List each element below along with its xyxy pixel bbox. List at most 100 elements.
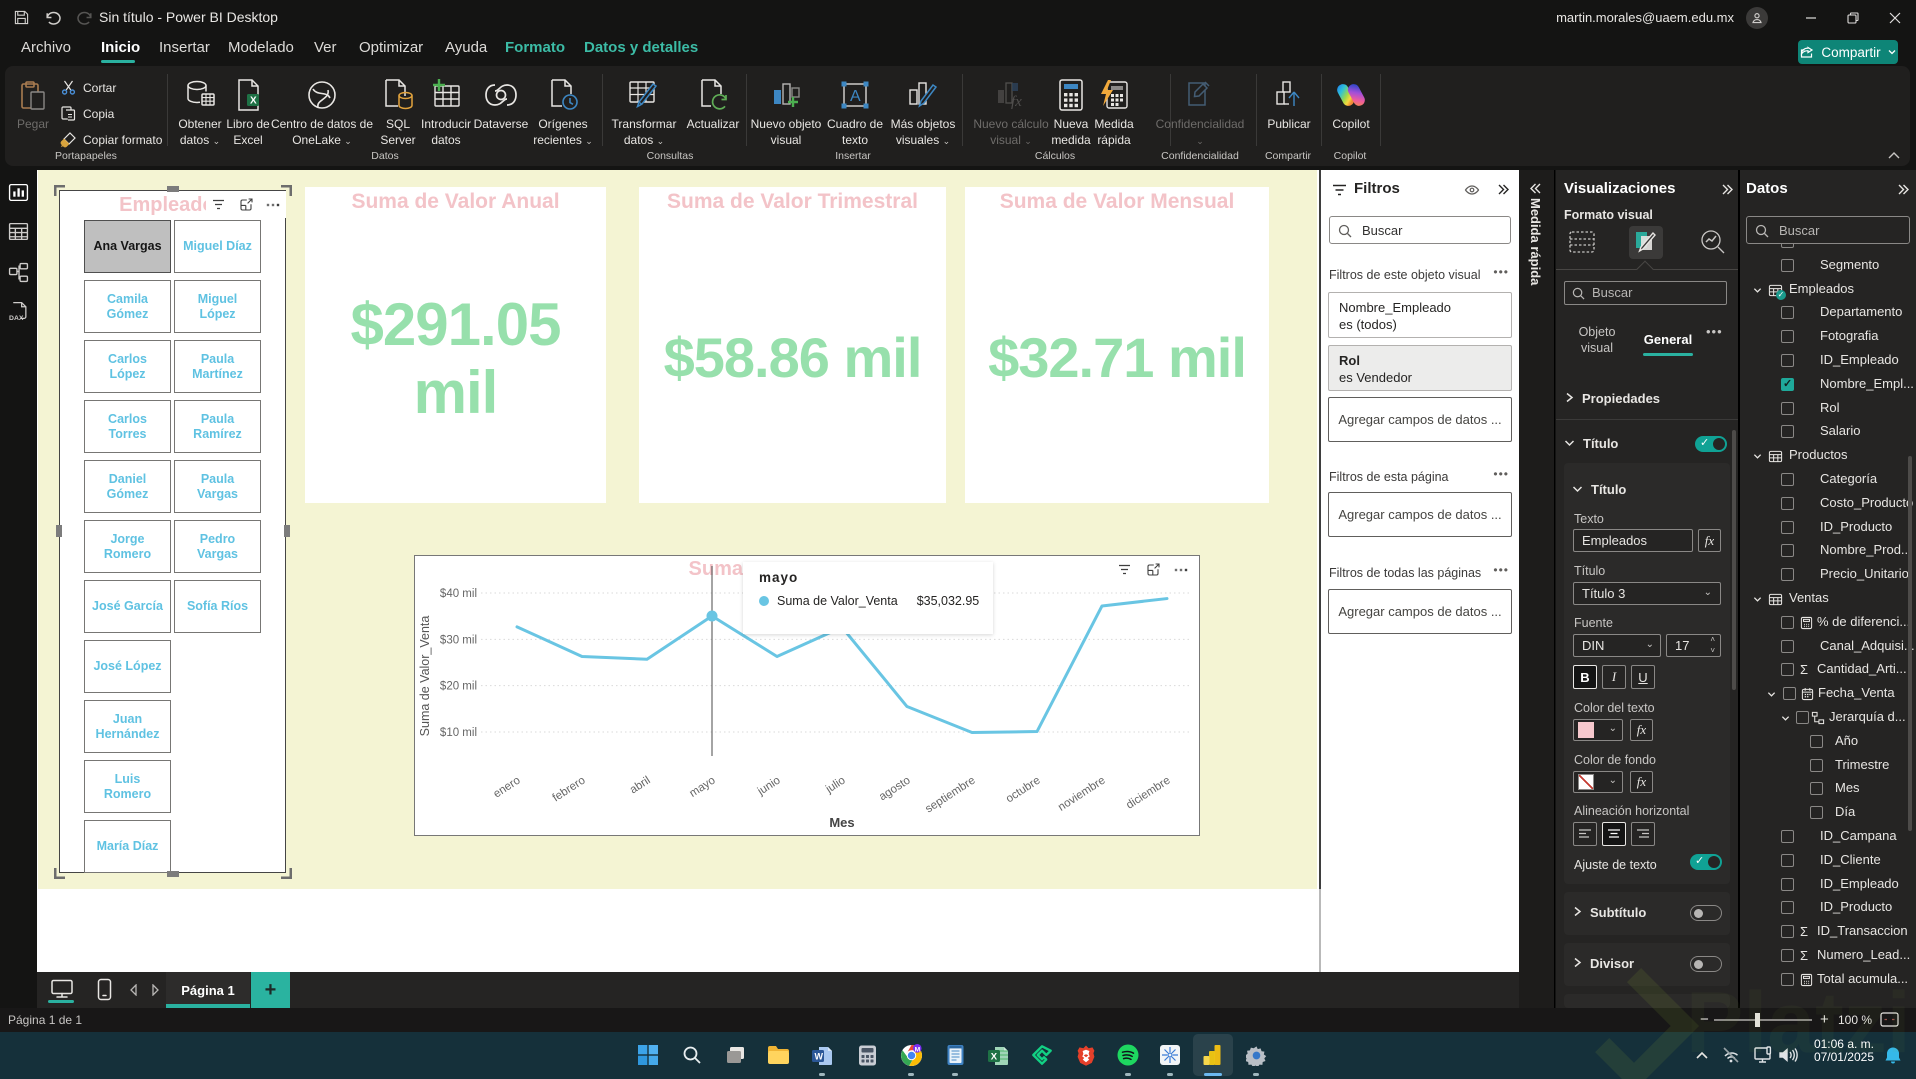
field-row-fotografia[interactable]: Fotografia (1740, 325, 1916, 349)
menu-ayuda[interactable]: Ayuda (445, 39, 487, 56)
menu-formato[interactable]: Formato (505, 39, 565, 56)
slicer-button-daniel-g-mez[interactable]: Daniel Gómez (84, 460, 171, 513)
field-row-fecha-venta[interactable]: Fecha_Venta (1740, 682, 1916, 706)
origenes-recientes-button[interactable]: Orígenes recientes ⌄ (526, 72, 600, 152)
new-page-button[interactable]: + (251, 972, 290, 1008)
undo-icon[interactable] (44, 9, 61, 26)
excel-button[interactable]: X (978, 1033, 1018, 1077)
field-row-canal-adquisi-[interactable]: Canal_Adquisi... (1740, 635, 1916, 659)
field-checkbox[interactable] (1781, 615, 1794, 629)
tab-general[interactable]: General (1643, 332, 1693, 347)
powerbi-button[interactable] (1193, 1033, 1233, 1077)
field-checkbox[interactable] (1781, 639, 1794, 653)
field-row--de-diferenci-[interactable]: % de diferenci... (1740, 611, 1916, 635)
menu-ver[interactable]: Ver (314, 39, 337, 56)
menu-archivo[interactable]: Archivo (21, 39, 71, 56)
selection-handle-right[interactable] (284, 525, 290, 537)
field-row-trimestre[interactable]: Trimestre (1740, 754, 1916, 778)
align-left-button[interactable] (1573, 822, 1597, 846)
data-search-box[interactable]: Buscar (1746, 216, 1910, 244)
field-checkbox[interactable] (1781, 258, 1794, 272)
spotify-button[interactable] (1108, 1033, 1148, 1077)
settings-button[interactable] (1236, 1033, 1276, 1077)
font-size-spinner[interactable]: 17 ˄ ˅ (1666, 634, 1721, 657)
volume-icon[interactable] (1779, 1047, 1798, 1063)
more-options-icon[interactable]: ••• (1493, 265, 1509, 279)
notification-bell-icon[interactable] (1884, 1046, 1902, 1065)
titulo-style-dropdown[interactable]: Título 3 ⌄ (1573, 582, 1721, 605)
field-row-empleados[interactable]: ✓ Empleados (1740, 278, 1916, 302)
next-page-icon[interactable] (151, 984, 160, 996)
viz-search-box[interactable]: Buscar (1564, 281, 1727, 305)
menu-inicio[interactable]: Inicio (101, 39, 140, 56)
slicer-button-camila-g-mez[interactable]: Camila Gómez (84, 280, 171, 333)
field-checkbox[interactable] (1810, 734, 1823, 748)
copiar-formato-label[interactable]: Copiar formato (83, 133, 162, 147)
field-checkbox[interactable] (1781, 663, 1794, 677)
field-checkbox[interactable] (1783, 687, 1796, 701)
field-row-segmento[interactable]: Segmento (1740, 254, 1916, 278)
selection-handle-left[interactable] (56, 525, 62, 537)
text-color-dropdown[interactable]: ⌄ (1573, 719, 1623, 741)
menu-insertar[interactable]: Insertar (159, 39, 210, 56)
prev-page-icon[interactable] (129, 984, 138, 996)
field-row-id-empleado[interactable]: ID_Empleado (1740, 349, 1916, 373)
selection-handle-corner[interactable] (281, 185, 292, 196)
slicer-button-juan-hern-ndez[interactable]: Juan Hernández (84, 700, 171, 753)
filters-search-box[interactable]: Buscar (1329, 216, 1511, 244)
slicer-button-ana-vargas[interactable]: Ana Vargas (84, 220, 171, 273)
fit-to-page-icon[interactable] (1880, 1012, 1899, 1027)
mobile-view-icon[interactable] (97, 978, 112, 1001)
slicer-button-luis-romero[interactable]: Luis Romero (84, 760, 171, 813)
more-options-icon[interactable] (266, 203, 280, 207)
card-visual-anual[interactable]: Suma de Valor Anual $291.05 mil (305, 187, 606, 503)
dax-query-view-icon[interactable]: DAX (8, 301, 29, 322)
line-chart-visual[interactable]: Suma $10 mil $20 mil $30 mil $40 mil enero fe… (414, 555, 1200, 836)
field-checkbox[interactable] (1810, 758, 1823, 772)
field-row-a-o[interactable]: Año (1740, 730, 1916, 754)
field-checkbox[interactable] (1781, 330, 1794, 344)
focus-mode-icon[interactable] (1146, 563, 1160, 577)
more-options-icon[interactable]: ••• (1493, 563, 1509, 577)
more-options-icon[interactable] (1174, 568, 1188, 572)
field-row-cantidad-arti-[interactable]: Σ Cantidad_Arti... (1740, 658, 1916, 682)
field-checkbox[interactable] (1781, 972, 1794, 986)
slicer-button-mar-a-d-az[interactable]: María Díaz (84, 820, 171, 873)
slicer-button-carlos-l-pez[interactable]: Carlos López (84, 340, 171, 393)
menu-datos-y-detalles[interactable]: Datos y detalles (584, 39, 698, 56)
field-checkbox[interactable] (1781, 901, 1794, 915)
field-checkbox[interactable] (1781, 425, 1794, 439)
menu-modelado[interactable]: Modelado (228, 39, 294, 56)
field-checkbox[interactable] (1810, 806, 1823, 820)
start-button[interactable] (628, 1033, 668, 1077)
eye-icon[interactable] (1464, 183, 1480, 197)
copilot-button[interactable]: Copilot (1314, 72, 1388, 152)
cortar-button[interactable] (60, 79, 77, 101)
bg-color-dropdown[interactable]: ⌄ (1573, 771, 1623, 793)
chevron-down-icon[interactable] (1753, 452, 1762, 461)
field-checkbox[interactable] (1781, 568, 1794, 582)
slicer-visual-empleado[interactable]: Empleados Ana Vargas Miguel Díaz Camila Góm… (59, 190, 286, 873)
task-view-button[interactable] (716, 1033, 756, 1077)
divisor-section-card[interactable]: Divisor (1564, 943, 1730, 986)
slicer-button-paula-vargas[interactable]: Paula Vargas (174, 460, 261, 513)
filter-funnel-icon[interactable] (1118, 564, 1131, 576)
slicer-button-pedro-vargas[interactable]: Pedro Vargas (174, 520, 261, 573)
field-row-id-empleado[interactable]: ID_Empleado (1740, 873, 1916, 897)
bold-button-active[interactable]: B (1573, 665, 1597, 689)
titulo-toggle-on[interactable] (1695, 436, 1727, 452)
report-view-icon[interactable] (8, 182, 29, 203)
filter-card-rol[interactable]: Rol es Vendedor (1328, 345, 1512, 391)
field-checkbox[interactable] (1781, 877, 1794, 891)
actualizar-button[interactable]: Actualizar (676, 72, 750, 152)
selection-handle-corner[interactable] (54, 185, 65, 196)
collapse-pane-icon[interactable] (1896, 183, 1909, 196)
fx-button[interactable]: fx (1698, 529, 1721, 552)
field-row-salario[interactable]: Salario (1740, 420, 1916, 444)
field-checkbox[interactable] (1781, 520, 1794, 534)
expand-pane-icon[interactable] (1530, 182, 1543, 195)
slicer-button-paula-ram-rez[interactable]: Paula Ramírez (174, 400, 261, 453)
slicer-button-miguel-d-az[interactable]: Miguel Díaz (174, 220, 261, 273)
field-row-d-a[interactable]: Día (1740, 801, 1916, 825)
align-center-button-active[interactable] (1602, 822, 1626, 846)
